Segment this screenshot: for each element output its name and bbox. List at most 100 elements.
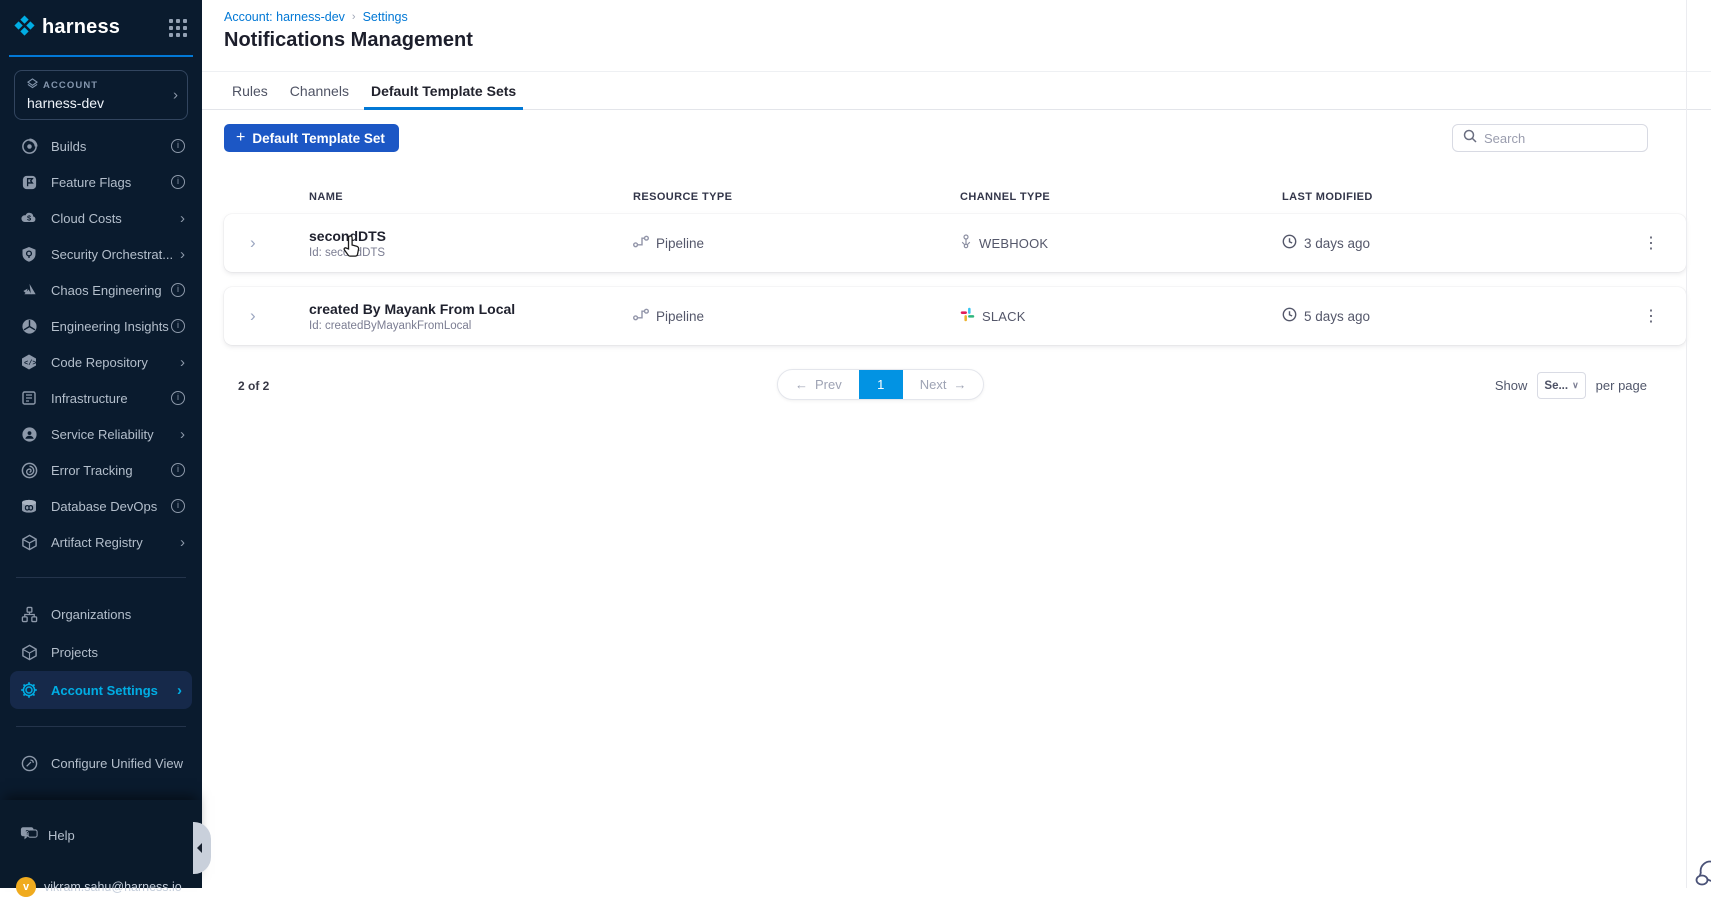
sidebar-item-code-repository[interactable]: </> Code Repository: [0, 344, 202, 380]
sidebar-item-label: Feature Flags: [51, 174, 132, 190]
content-right-divider: [1686, 0, 1687, 888]
user-profile[interactable]: v vikram.sahu@harness.io: [16, 877, 182, 897]
slack-icon: [960, 307, 975, 325]
artifact-registry-icon: [20, 533, 38, 551]
sidebar-item-configure-unified-view[interactable]: Configure Unified View: [0, 744, 202, 782]
error-tracking-icon: [20, 461, 38, 479]
app-grid-icon[interactable]: [169, 18, 187, 37]
page-summary: 2 of 2: [238, 379, 270, 393]
account-chevron-icon: [173, 88, 178, 103]
sidebar-item-builds[interactable]: Builds: [0, 128, 202, 164]
resource-type-value: Pipeline: [656, 235, 705, 251]
info-icon: [171, 319, 185, 333]
security-orchestration-icon: [20, 245, 38, 263]
page-size-select[interactable]: Se...: [1537, 372, 1586, 399]
configure-unified-view-icon: [20, 754, 38, 772]
sidebar-item-cloud-costs[interactable]: $ Cloud Costs: [0, 200, 202, 236]
sidebar-item-account-settings[interactable]: Account Settings: [10, 671, 192, 709]
user-email: vikram.sahu@harness.io: [44, 880, 182, 894]
main-content: Account: harness-dev Settings Notificati…: [202, 0, 1711, 888]
help-label: Help: [48, 828, 75, 843]
sidebar-accent-divider: [9, 55, 193, 57]
tab-rules[interactable]: Rules: [232, 72, 268, 109]
sidebar-item-infrastructure[interactable]: Infrastructure: [0, 380, 202, 416]
sidebar-item-label: Code Repository: [51, 354, 148, 370]
sidebar-item-label: Cloud Costs: [51, 210, 122, 226]
sidebar-item-artifact-registry[interactable]: Artifact Registry: [0, 524, 202, 560]
sidebar-collapse-handle[interactable]: [193, 822, 211, 874]
page-title: Notifications Management: [224, 29, 473, 51]
page-number-1[interactable]: 1: [858, 370, 903, 399]
help-button[interactable]: ? Help: [0, 800, 202, 845]
sidebar-item-feature-flags[interactable]: Feature Flags: [0, 164, 202, 200]
sidebar-item-label: Database DevOps: [51, 498, 158, 514]
breadcrumb-separator-icon: [352, 11, 356, 23]
breadcrumb-account-link[interactable]: Account: harness-dev: [224, 10, 345, 24]
svg-text:</>: </>: [24, 360, 37, 368]
info-icon: [171, 499, 185, 513]
sidebar-item-organizations[interactable]: Organizations: [0, 595, 202, 633]
resource-type-value: Pipeline: [656, 308, 705, 324]
new-default-template-set-button[interactable]: Default Template Set: [224, 124, 399, 152]
harness-logo-icon: [13, 14, 36, 42]
sidebar-item-label: Builds: [51, 138, 87, 154]
prev-page-button[interactable]: ← Prev: [778, 370, 859, 399]
projects-icon: [20, 643, 38, 661]
account-scope-card[interactable]: ACCOUNT harness-dev: [14, 70, 188, 120]
sidebar-item-label: Configure Unified View: [51, 755, 183, 771]
tab-default-template-sets[interactable]: Default Template Sets: [363, 72, 524, 110]
tab-bar: Rules Channels Default Template Sets: [202, 72, 1711, 110]
sidebar-item-label: Engineering Insights: [51, 318, 169, 334]
caret-down-icon: [1572, 380, 1579, 391]
clock-icon: [1282, 234, 1297, 252]
service-reliability-icon: [20, 425, 38, 443]
account-settings-gear-icon: [20, 681, 38, 699]
template-set-name: secondDTS: [309, 227, 387, 244]
builds-icon: [20, 137, 38, 155]
expand-row-chevron-icon[interactable]: [224, 306, 309, 326]
search-input[interactable]: [1484, 130, 1637, 146]
info-icon: [171, 175, 185, 189]
expand-row-chevron-icon[interactable]: [224, 233, 309, 253]
arrow-right-icon: →: [953, 377, 967, 392]
template-set-id: Id: createdByMayankFromLocal: [309, 319, 472, 332]
tab-channels[interactable]: Channels: [290, 72, 349, 109]
module-nav: Builds Feature Flags $ Cloud Costs Secur…: [0, 128, 202, 560]
table-row[interactable]: created By Mayank From Local Id: created…: [224, 287, 1686, 345]
svg-text:?: ?: [25, 829, 29, 836]
sidebar-item-security-orchestration[interactable]: Security Orchestrat...: [0, 236, 202, 272]
pipeline-icon: [632, 308, 649, 324]
sidebar-item-label: Projects: [51, 644, 98, 660]
plus-icon: [236, 130, 245, 146]
sidebar-item-chaos-engineering[interactable]: Chaos Engineering: [0, 272, 202, 308]
column-header-channel-type: CHANNEL TYPE: [960, 191, 1051, 203]
table-row[interactable]: secondDTS Id: secondDTS Pipeline WEBHOOK…: [224, 214, 1686, 272]
sidebar-item-engineering-insights[interactable]: Engineering Insights: [0, 308, 202, 344]
sidebar-item-service-reliability[interactable]: Service Reliability: [0, 416, 202, 452]
sidebar-item-label: Infrastructure: [51, 390, 128, 406]
sidebar-item-label: Service Reliability: [51, 426, 154, 442]
arrow-left-icon: ←: [795, 377, 808, 392]
info-icon: [171, 139, 185, 153]
organizations-icon: [20, 605, 38, 623]
sidebar-item-label: Account Settings: [51, 682, 158, 698]
row-menu-kebab-icon[interactable]: [1635, 302, 1667, 330]
channel-type-value: SLACK: [982, 308, 1026, 324]
infrastructure-icon: [20, 389, 38, 407]
help-icon: ?: [20, 826, 38, 845]
pagination-zone: 2 of 2 ← Prev 1 Next → Show Se... per pa…: [202, 360, 1711, 430]
next-page-button[interactable]: Next →: [903, 370, 984, 399]
last-modified-value: 5 days ago: [1304, 308, 1371, 324]
sidebar-item-database-devops[interactable]: Database DevOps: [0, 488, 202, 524]
breadcrumb-settings-link[interactable]: Settings: [363, 10, 408, 24]
logo-text: harness: [42, 16, 121, 38]
table-header-row: NAME RESOURCE TYPE CHANNEL TYPE LAST MOD…: [224, 180, 1686, 214]
sidebar-item-error-tracking[interactable]: Error Tracking: [0, 452, 202, 488]
engineering-insights-icon: [20, 317, 38, 335]
pager: ← Prev 1 Next →: [777, 369, 985, 400]
sidebar-item-projects[interactable]: Projects: [0, 633, 202, 671]
general-nav: Organizations Projects Account Settings: [0, 595, 202, 709]
chevron-right-icon: [177, 683, 182, 698]
row-menu-kebab-icon[interactable]: [1635, 229, 1667, 257]
chevron-right-icon: [180, 427, 185, 442]
